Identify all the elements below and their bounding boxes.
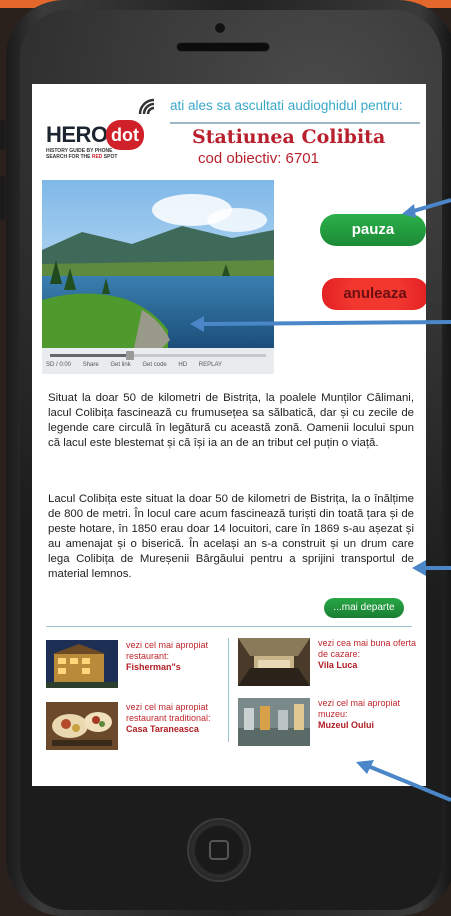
description-paragraph-2: Lacul Colibița este situat la doar 50 de… xyxy=(48,493,414,580)
logo-tagline: HISTORY GUIDE BY PHONE SEARCH FOR THE RE… xyxy=(46,148,118,160)
audio-signal-icon xyxy=(138,98,155,115)
video-progress-track[interactable] xyxy=(50,351,266,360)
phone-camera xyxy=(214,22,226,34)
poi-accommodation[interactable]: vezi cea mai buna oferta de cazare: Vila… xyxy=(238,638,418,694)
annotation-arrow-text xyxy=(412,560,451,576)
poi-traditional-restaurant[interactable]: vezi cel mai apropiat restaurant traditi… xyxy=(46,702,226,758)
phone-side-button xyxy=(0,120,5,150)
herodot-logo: HERO dot HISTORY GUIDE BY PHONE SEARCH F… xyxy=(46,120,146,164)
logo-wordmark: HERO xyxy=(46,122,108,147)
video-control-row: SD / 0:00 Share Get link Get code HD REP… xyxy=(46,362,232,368)
poi-accommodation-label: vezi cea mai buna oferta de cazare: xyxy=(318,638,417,659)
video-hd-control[interactable]: HD xyxy=(178,362,187,368)
video-quality-control[interactable]: SD / 0:00 xyxy=(46,362,71,368)
video-player[interactable]: SD / 0:00 Share Get link Get code HD REP… xyxy=(42,180,274,374)
room-interior-thumbnail xyxy=(238,638,310,686)
poi-traditional-label: vezi cel mai apropiat restaurant traditi… xyxy=(126,702,211,723)
intro-text: ati ales sa ascultati audioghidul pentru… xyxy=(170,98,403,113)
section-divider xyxy=(46,626,412,627)
poi-accommodation-name[interactable]: Vila Luca xyxy=(318,660,426,671)
video-getlink-control[interactable]: Get link xyxy=(110,362,130,368)
museum-interior-thumbnail xyxy=(238,698,310,746)
header-divider xyxy=(170,122,420,124)
logo-badge: dot xyxy=(106,120,144,150)
poi-museum-name[interactable]: Muzeul Oului xyxy=(318,720,426,731)
annotation-arrow-video xyxy=(190,316,451,332)
video-controls-bar: SD / 0:00 Share Get link Get code HD REP… xyxy=(42,348,274,374)
video-getcode-control[interactable]: Get code xyxy=(142,362,166,368)
annotation-arrow-pause xyxy=(402,198,451,218)
description-paragraph-1: Situat la doar 50 de kilometri de Bistri… xyxy=(48,392,414,449)
poi-restaurant[interactable]: vezi cel mai apropiat restaurant: Fisher… xyxy=(46,640,226,696)
poi-restaurant-label: vezi cel mai apropiat restaurant: xyxy=(126,640,209,661)
home-button[interactable] xyxy=(187,818,251,882)
poi-traditional-name[interactable]: Casa Taraneasca xyxy=(126,724,234,735)
hotel-night-thumbnail xyxy=(46,640,118,688)
phone-speaker xyxy=(176,42,270,52)
objective-code: cod obiectiv: 6701 xyxy=(198,150,319,167)
video-replay-control[interactable]: REPLAY xyxy=(199,362,222,368)
annotation-arrow-poi xyxy=(356,760,451,802)
video-share-control[interactable]: Share xyxy=(83,362,99,368)
read-more-button[interactable]: ...mai departe xyxy=(324,598,404,618)
poi-restaurant-name[interactable]: Fisherman"s xyxy=(126,662,234,673)
video-scrubber[interactable] xyxy=(125,351,134,360)
app-screen: HERO dot HISTORY GUIDE BY PHONE SEARCH F… xyxy=(32,84,426,786)
poi-museum-label: vezi cel mai apropiat muzeu: xyxy=(318,698,401,719)
video-progress-fill xyxy=(50,354,130,357)
phone-volume-up xyxy=(0,176,5,220)
poi-museum[interactable]: vezi cel mai apropiat muzeu: Muzeul Oulu… xyxy=(238,698,418,754)
destination-title: Statiunea Colibita xyxy=(192,126,386,148)
food-platter-thumbnail xyxy=(46,702,118,750)
